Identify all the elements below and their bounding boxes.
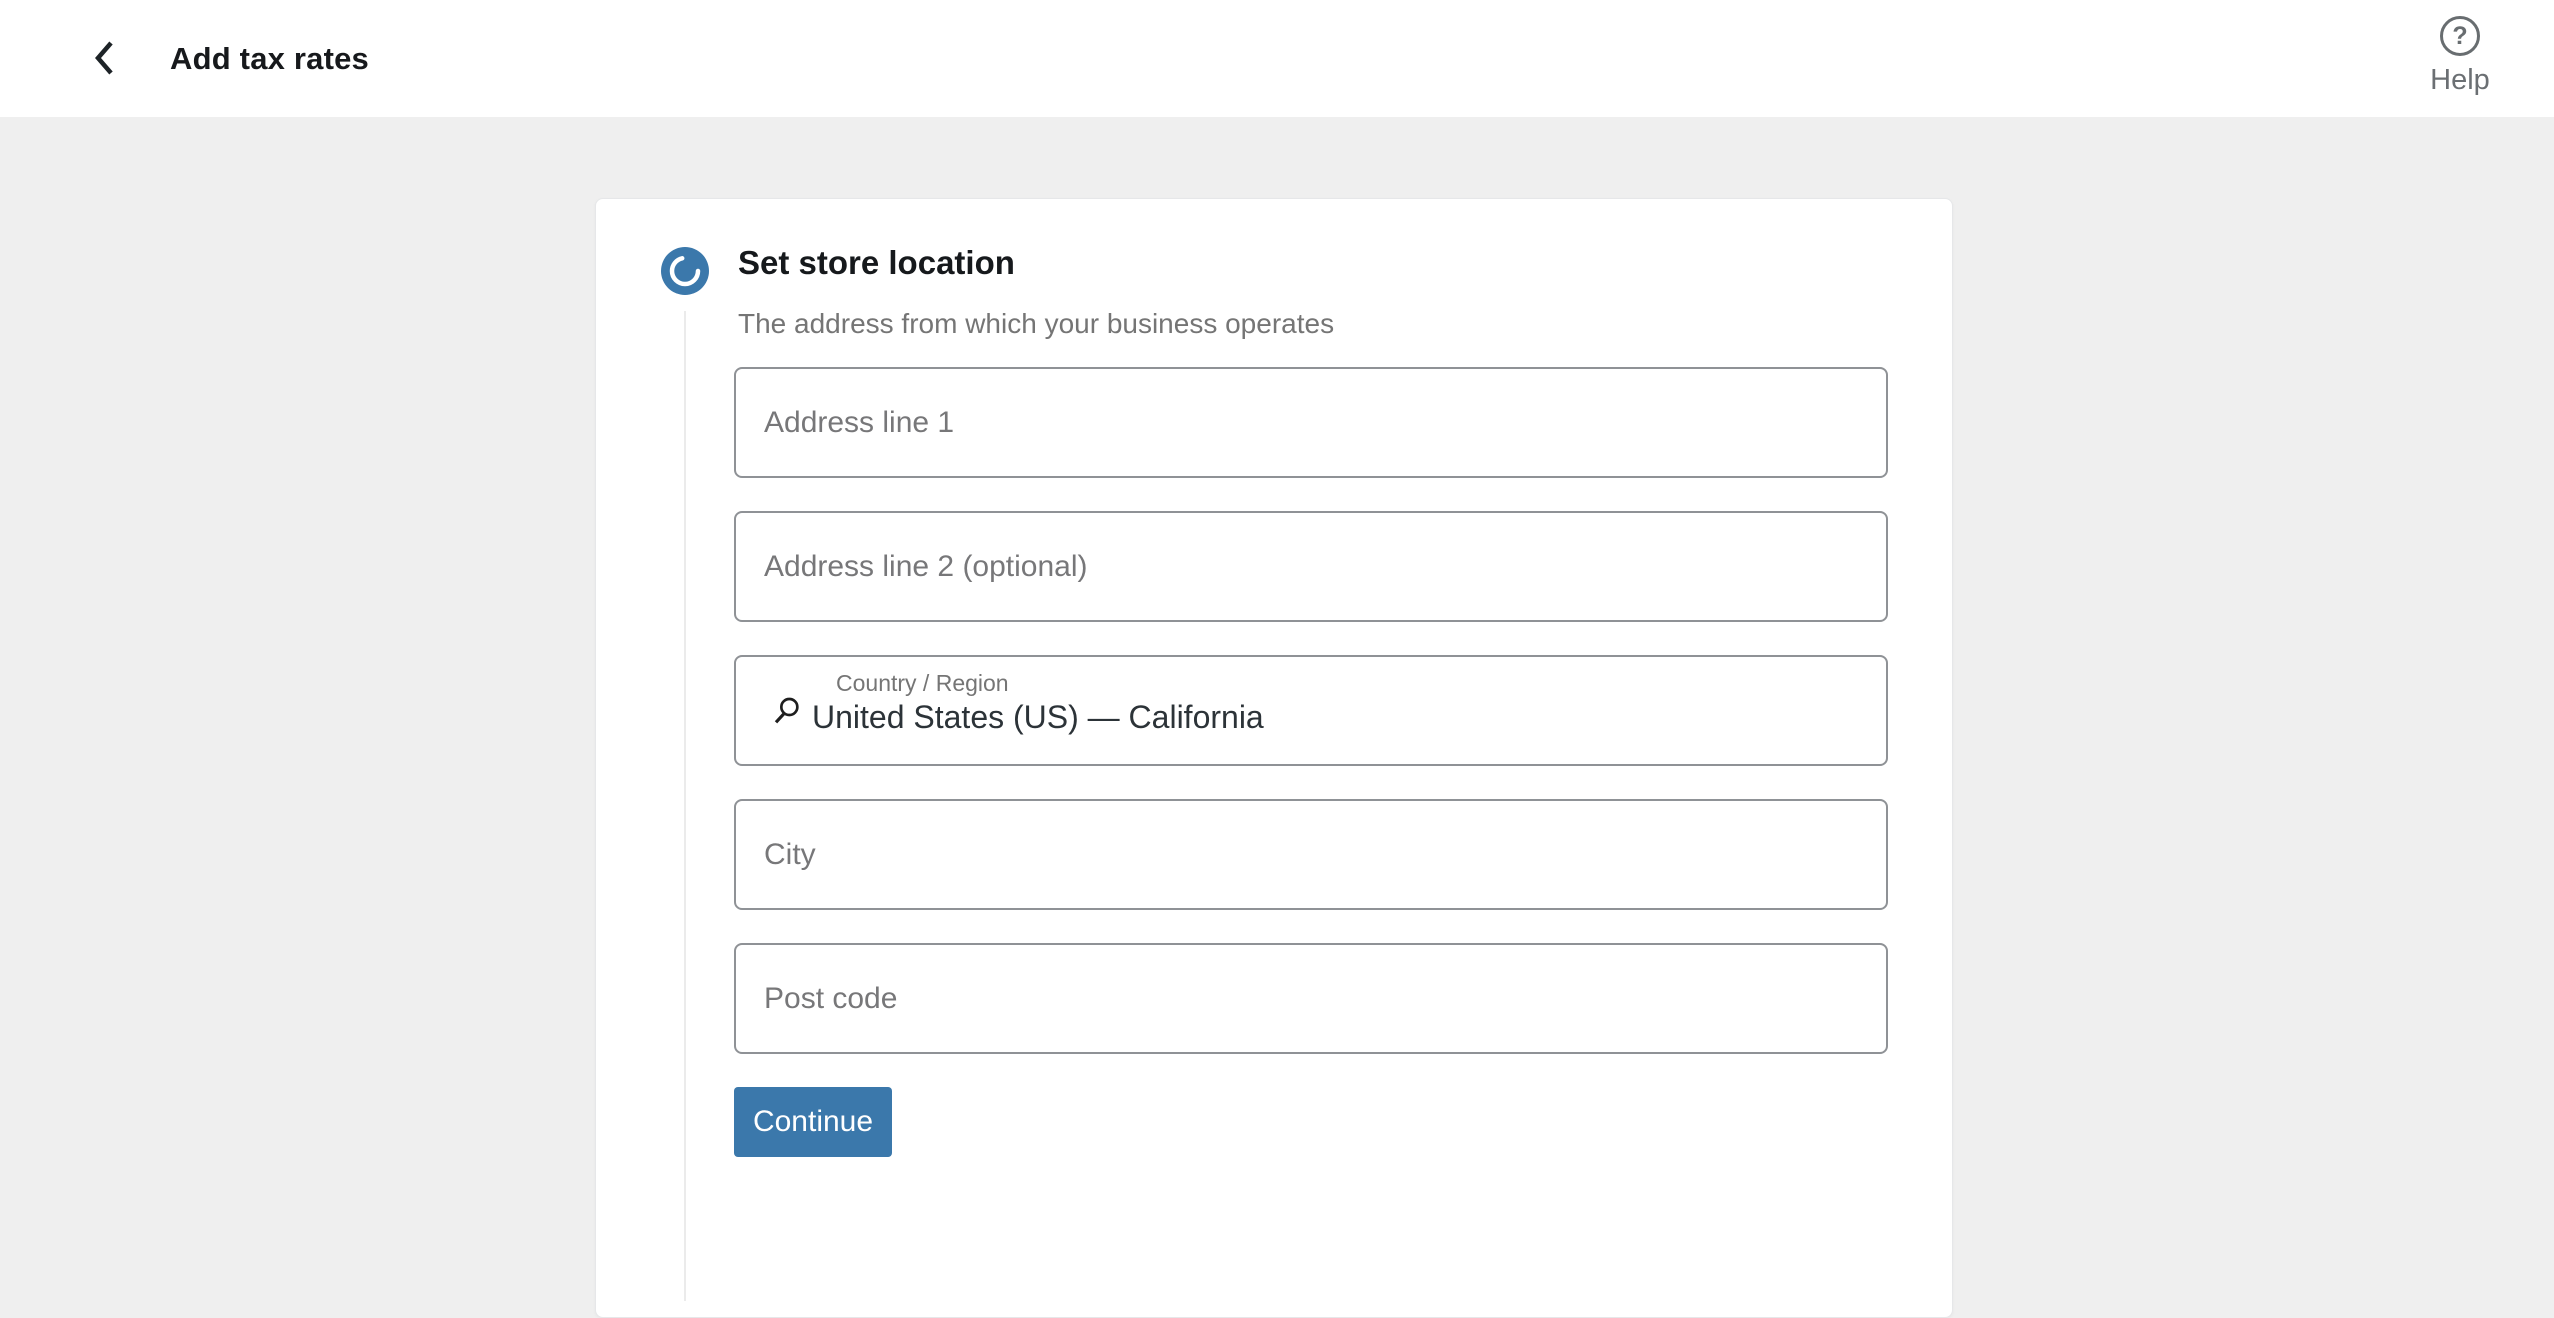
step-subtitle: The address from which your business ope…	[738, 310, 1334, 338]
chevron-left-icon	[93, 40, 115, 76]
help-label: Help	[2430, 64, 2490, 97]
search-icon	[770, 695, 802, 727]
step-header: Set store location The address from whic…	[738, 243, 1334, 338]
country-region-select[interactable]: Country / Region United States (US) — Ca…	[734, 655, 1888, 766]
address-line-2-input[interactable]	[736, 513, 1886, 620]
store-location-form: Country / Region United States (US) — Ca…	[734, 367, 1888, 1157]
address-line-1-input[interactable]	[736, 369, 1886, 476]
country-region-label: Country / Region	[836, 672, 1009, 695]
page-title: Add tax rates	[170, 0, 369, 117]
post-code-field	[734, 943, 1888, 1054]
stepper-line	[684, 311, 686, 1301]
help-button[interactable]: ? Help	[2410, 16, 2510, 97]
continue-button[interactable]: Continue	[734, 1087, 892, 1157]
address-line-1-field	[734, 367, 1888, 478]
spinner-icon	[661, 247, 709, 295]
setup-card: Set store location The address from whic…	[595, 198, 1953, 1318]
post-code-input[interactable]	[736, 945, 1886, 1052]
city-input[interactable]	[736, 801, 1886, 908]
city-field	[734, 799, 1888, 910]
address-line-2-field	[734, 511, 1888, 622]
country-region-value: United States (US) — California	[812, 698, 1264, 736]
step-title: Set store location	[738, 243, 1334, 283]
top-bar: Add tax rates ? Help	[0, 0, 2554, 117]
help-question-icon: ?	[2440, 16, 2480, 56]
back-button[interactable]	[72, 26, 136, 90]
